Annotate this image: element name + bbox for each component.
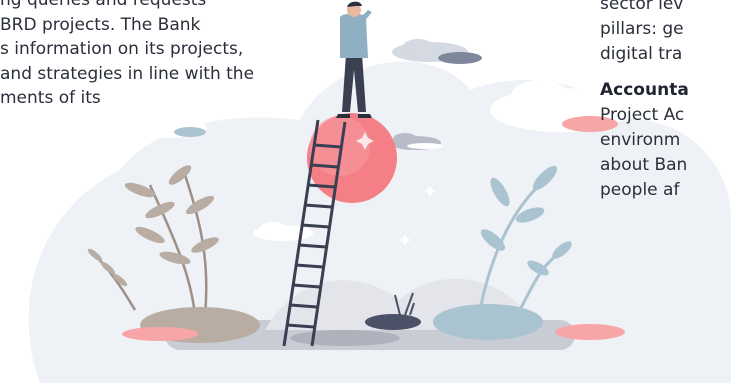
- intro-line: and strategies in line with the: [0, 63, 255, 84]
- pink-ball: [307, 113, 397, 203]
- intro-line: ng queries and requests: [0, 0, 207, 10]
- pink-mound-left: [122, 327, 198, 341]
- pillar-line: sector lev: [600, 0, 684, 14]
- cloud-white-left: [123, 112, 207, 138]
- accountability-line: environm: [600, 130, 681, 150]
- intro-line: ments of its: [0, 88, 101, 108]
- accountability-line: people af: [600, 180, 680, 200]
- right-column-text: sector lev pillars: ge digital tra Accou…: [600, 0, 731, 203]
- intro-paragraph: ng queries and requests BRD projects. Th…: [0, 0, 320, 111]
- cloud-top-right: [392, 39, 482, 64]
- accountability-heading: Accounta: [600, 80, 689, 100]
- accountability-line: about Ban: [600, 155, 688, 175]
- pillar-line: digital tra: [600, 44, 683, 64]
- ground-shadow: [290, 330, 400, 346]
- pillar-line: pillars: ge: [600, 19, 684, 39]
- accountability-line: Project Ac: [600, 105, 685, 125]
- pink-mound-right: [555, 324, 625, 340]
- blue-mound: [433, 304, 543, 340]
- intro-line: BRD projects. The Bank: [0, 14, 201, 35]
- intro-line: s information on its projects,: [0, 39, 244, 59]
